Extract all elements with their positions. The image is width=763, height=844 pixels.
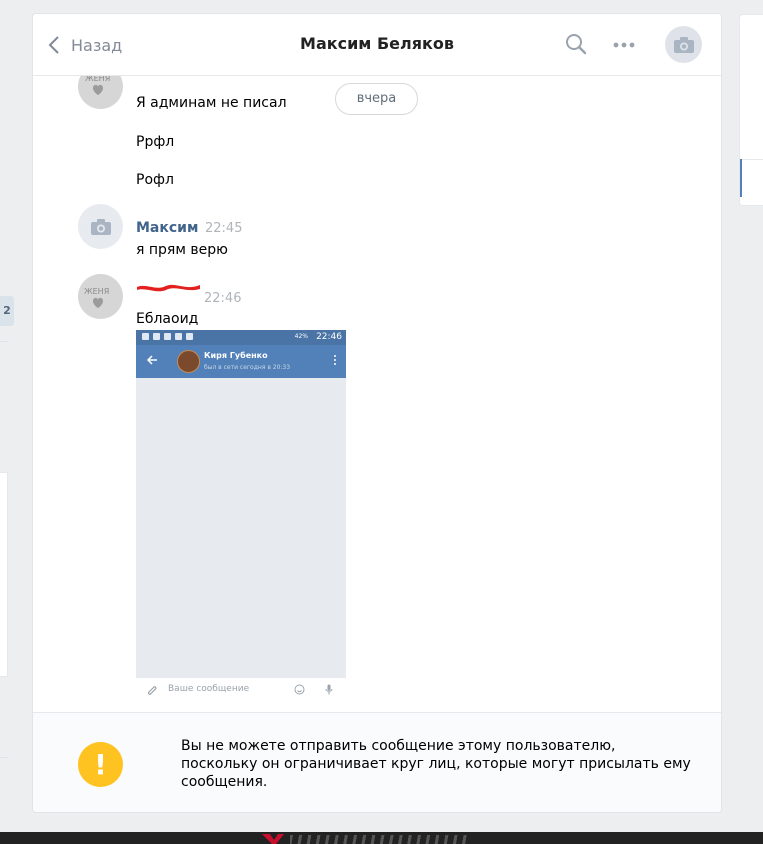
date-separator[interactable]: вчера (335, 83, 418, 115)
composer-placeholder: Ваше сообщение (168, 684, 250, 694)
camera-icon (673, 36, 694, 53)
red-logo-mark (262, 834, 284, 844)
left-counter-badge[interactable]: 2 (0, 296, 14, 326)
left-divider (0, 757, 8, 758)
phone-composer: Ваше сообщение (136, 678, 346, 702)
phone-status-bar: 42% 22:46 (136, 330, 346, 345)
message-text: я прям верю (136, 242, 228, 258)
logo-stripes (290, 835, 470, 844)
svg-text:ЖЕНЯ: ЖЕНЯ (84, 287, 109, 296)
phone-clock: 22:46 (316, 332, 342, 342)
warning-icon: ! (78, 742, 123, 787)
message-author[interactable]: Максим (136, 220, 198, 236)
notification-icons (142, 333, 193, 340)
right-side-menu (739, 14, 763, 206)
contact-status: был в сети сегодня в 20:33 (204, 364, 291, 371)
attached-screenshot[interactable]: 42% 22:46 Киря Губенко был в сети сегодн… (136, 330, 346, 702)
restriction-footer: ! Вы не можете отправить сообщение этому… (33, 712, 721, 812)
contact-avatar (177, 350, 200, 373)
message-time[interactable]: 22:45 (205, 221, 242, 236)
search-button[interactable] (563, 31, 589, 57)
more-button[interactable] (609, 32, 639, 58)
message-text: Я админам не писал (136, 95, 287, 111)
message-text: Рофл (136, 172, 174, 188)
heart-icon: ЖЕНЯ (85, 76, 110, 95)
left-divider (0, 341, 8, 342)
avatar[interactable]: ЖЕНЯ (78, 274, 123, 319)
more-vertical-icon (334, 355, 336, 367)
paperclip-icon (148, 686, 157, 695)
message-time[interactable]: 22:46 (204, 291, 241, 306)
chat-window: Назад Максим Беляков ЖЕНЯ вчера Я админа… (32, 13, 722, 813)
redaction-scribble (137, 284, 200, 292)
chat-header: Назад Максим Беляков (33, 14, 721, 76)
left-side-card (0, 472, 8, 677)
left-page-edge (0, 0, 10, 844)
avatar[interactable] (78, 204, 123, 249)
message-text: Еблаоид (136, 311, 199, 327)
arrow-left-icon (146, 355, 157, 365)
microphone-icon (325, 684, 333, 695)
header-avatar[interactable] (665, 26, 702, 63)
more-icon (613, 42, 635, 48)
right-menu-separator (740, 159, 763, 160)
right-menu-active-marker[interactable] (740, 159, 742, 197)
svg-text:ЖЕНЯ: ЖЕНЯ (85, 76, 110, 83)
heart-icon: ЖЕНЯ (84, 287, 109, 308)
message-text: Ррфл (136, 134, 175, 150)
restriction-notice: Вы не можете отправить сообщение этому п… (181, 738, 691, 790)
battery-level: 42% (294, 333, 308, 340)
search-icon (566, 34, 587, 55)
contact-name: Киря Губенко (204, 351, 268, 360)
message-history[interactable]: ЖЕНЯ вчера Я админам не писал Ррфл Рофл … (33, 76, 721, 712)
smile-icon (294, 684, 305, 695)
camera-icon (90, 218, 111, 235)
bottom-overlay-bar (0, 832, 763, 844)
avatar[interactable]: ЖЕНЯ (78, 76, 123, 109)
phone-chat-toolbar: Киря Губенко был в сети сегодня в 20:33 (136, 345, 346, 378)
